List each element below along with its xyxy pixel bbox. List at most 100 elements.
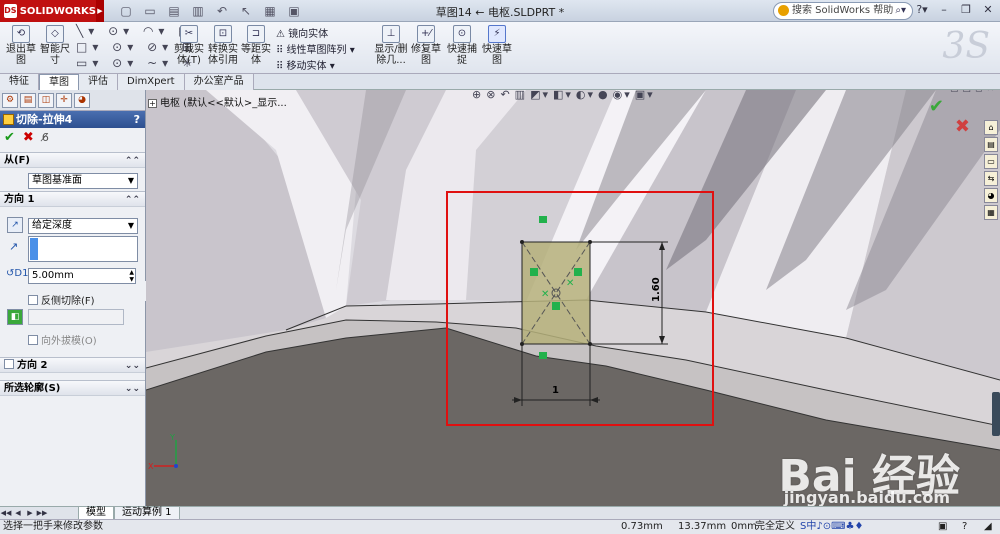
units-icon[interactable]: ▣ — [938, 520, 947, 534]
property-manager-tab-icon[interactable]: ▤ — [20, 93, 36, 108]
configuration-manager-tab-icon[interactable]: ◫ — [38, 93, 54, 108]
direction-reference-list[interactable] — [28, 236, 138, 262]
tab-motion-study[interactable]: 运动算例 1 — [114, 506, 180, 520]
options-icon[interactable]: ▣ — [286, 3, 302, 19]
hide-show-icon[interactable]: ◐▾ — [576, 90, 595, 101]
draft-on-off-icon[interactable]: ◧ — [7, 309, 23, 325]
save-icon[interactable]: ▤ — [166, 3, 182, 19]
solidworks-logo[interactable]: DS SOLIDWORKS — [0, 0, 96, 22]
feature-manager-tab-icon[interactable]: ⚙ — [2, 93, 18, 108]
view-settings-icon[interactable]: ▣▾ — [635, 90, 655, 101]
direction2-label: 方向 2 — [17, 360, 48, 371]
search-icon[interactable]: ⌕▾ — [895, 3, 906, 19]
print-icon[interactable]: ▥ — [190, 3, 206, 19]
expand-icon[interactable]: + — [148, 99, 157, 108]
tab-office-products[interactable]: 办公室产品 — [184, 74, 254, 90]
start-condition-select[interactable]: 草图基准面 ▼ — [28, 173, 138, 189]
menu-flyout-arrow-icon[interactable]: ▶ — [96, 0, 104, 22]
restore-button[interactable]: ❐ — [958, 3, 974, 18]
view-palette-icon[interactable]: ⇆ — [984, 171, 998, 186]
select-icon[interactable]: ↖ — [238, 3, 254, 19]
viewport-close-icon[interactable]: ✕ — [986, 90, 994, 94]
help-icon[interactable]: ?▾ — [914, 3, 930, 18]
help-button[interactable]: ? — [134, 111, 140, 128]
minimize-button[interactable]: – — [936, 3, 952, 18]
previous-view-icon[interactable]: ↶ — [500, 90, 511, 101]
zoom-area-icon[interactable]: ⊗ — [486, 90, 497, 101]
flyout-tree[interactable]: + 电枢 (默认<<默认>_显示... — [148, 94, 287, 109]
end-condition-select[interactable]: 给定深度 ▼ — [28, 218, 138, 234]
svg-text:✕: ✕ — [566, 278, 574, 289]
confirmation-ok-icon[interactable]: ✔ — [929, 96, 944, 117]
smart-dimension-button[interactable]: ◇ 智能尺寸 — [38, 25, 72, 66]
depth-input[interactable]: 5.00mm ▲ ▼ — [28, 268, 136, 284]
next-tab-icon[interactable]: ▶ — [24, 509, 36, 517]
viewport-max-icon[interactable]: ◻ — [975, 90, 982, 94]
model-tabs-bar: ◀◀ ◀ ▶ ▶▶ 模型 运动算例 1 — [0, 506, 1000, 520]
offset-entities-button[interactable]: ⊐ 等距实体 — [240, 25, 272, 66]
help-search-input[interactable]: 搜索 SolidWorks 帮助 ⌕▾ — [773, 2, 913, 20]
scene-icon[interactable]: ◉▾ — [613, 90, 632, 101]
flip-side-to-cut-checkbox[interactable]: 反侧切除(F) — [28, 292, 95, 307]
depth-value: 5.00mm — [32, 270, 74, 281]
tab-dimxpert[interactable]: DimXpert — [118, 74, 185, 90]
viewport-minimize-icon[interactable]: ▢ — [950, 90, 959, 94]
last-tab-icon[interactable]: ▶▶ — [36, 509, 48, 517]
reverse-direction-icon[interactable]: ↗ — [7, 217, 23, 233]
confirmation-cancel-icon[interactable]: ✖ — [955, 116, 970, 137]
checkbox-box — [28, 295, 38, 305]
appearances-icon[interactable]: ◕ — [984, 188, 998, 203]
open-document-icon[interactable]: ▭ — [142, 3, 158, 19]
task-pane-handle[interactable] — [992, 392, 1000, 436]
selected-contours-label: 所选轮廓(S) — [4, 383, 61, 394]
repair-sketch-button[interactable]: +⁄ 修复草图 — [410, 25, 442, 66]
appearance-icon[interactable]: ● — [598, 90, 610, 101]
resources-icon[interactable]: ⌂ — [984, 120, 998, 135]
viewport-restore-icon[interactable]: ◰ — [962, 90, 971, 94]
app-name: SOLIDWORKS — [19, 5, 96, 17]
quick-snaps-button[interactable]: ⊙ 快速捕捉 — [446, 25, 478, 66]
move-entities-button[interactable]: ⠿ 移动实体 ▾ — [276, 57, 335, 72]
trim-entities-button[interactable]: ✂ 剪裁实体(T) — [172, 25, 206, 66]
display-style-icon[interactable]: ◧▾ — [553, 90, 573, 101]
direction1-group-header[interactable]: 方向 1 ⌃⌃ — [0, 191, 145, 207]
previous-tab-icon[interactable]: ◀ — [12, 509, 24, 517]
close-button[interactable]: ✕ — [980, 3, 996, 18]
tab-features[interactable]: 特征 — [0, 74, 39, 90]
width-dimension[interactable]: 1 — [552, 385, 559, 396]
view-orientation-icon[interactable]: ◩▾ — [530, 90, 550, 101]
from-group-header[interactable]: 从(F) ⌃⌃ — [0, 152, 145, 168]
ok-icon[interactable]: ✔ — [4, 131, 15, 145]
exit-sketch-button[interactable]: ⟲ 退出草图 — [4, 25, 38, 66]
custom-properties-icon[interactable]: ▦ — [984, 205, 998, 220]
file-explorer-icon[interactable]: ▭ — [984, 154, 998, 169]
direction2-checkbox[interactable] — [4, 359, 14, 369]
rebuild-icon[interactable]: ▦ — [262, 3, 278, 19]
display-manager-tab-icon[interactable]: ◕ — [74, 93, 90, 108]
linear-pattern-button[interactable]: ⠿ 线性草图阵列 ▾ — [276, 41, 355, 56]
direction2-group-header[interactable]: 方向 2 ⌄⌄ — [0, 357, 145, 373]
mirror-entities-button[interactable]: ⚠ 镜向实体 — [276, 25, 328, 40]
selected-contours-group-header[interactable]: 所选轮廓(S) ⌄⌄ — [0, 380, 145, 396]
dimxpert-manager-tab-icon[interactable]: ✛ — [56, 93, 72, 108]
tab-sketch[interactable]: 草图 — [39, 74, 79, 90]
tab-evaluate[interactable]: 评估 — [79, 74, 118, 90]
new-document-icon[interactable]: ▢ — [118, 3, 134, 19]
rebuild-status-icon[interactable]: ? — [962, 520, 967, 534]
graphics-area[interactable]: ✕ ✕ Y X 1.60 1 + 电枢 (默认<<默认>_显示... ⊕ ⊗ ↶ … — [146, 90, 1000, 506]
design-library-icon[interactable]: ▤ — [984, 137, 998, 152]
section-view-icon[interactable]: ▥ — [515, 90, 527, 101]
display-delete-relations-button[interactable]: ⊥ 显示/删除几... — [372, 25, 410, 66]
tab-model[interactable]: 模型 — [78, 506, 114, 520]
zoom-to-fit-icon[interactable]: ⊕ — [472, 90, 483, 101]
spin-arrows-icon[interactable]: ▲ ▼ — [129, 269, 134, 283]
cancel-icon[interactable]: ✖ — [23, 131, 34, 145]
first-tab-icon[interactable]: ◀◀ — [0, 509, 12, 517]
height-dimension[interactable]: 1.60 — [651, 277, 662, 302]
rapid-sketch-button[interactable]: ⚡ 快速草图 — [480, 25, 514, 66]
detailed-preview-icon[interactable]: 6̸ — [42, 131, 49, 145]
input-method-icon[interactable]: S中♪⊙⌨♣♦ — [800, 520, 863, 534]
convert-entities-button[interactable]: ⊡ 转换实体引用 — [206, 25, 240, 66]
undo-icon[interactable]: ↶ — [214, 3, 230, 19]
quick-access-toolbar: ▢ ▭ ▤ ▥ ↶ ↖ ▦ ▣ — [118, 3, 302, 19]
